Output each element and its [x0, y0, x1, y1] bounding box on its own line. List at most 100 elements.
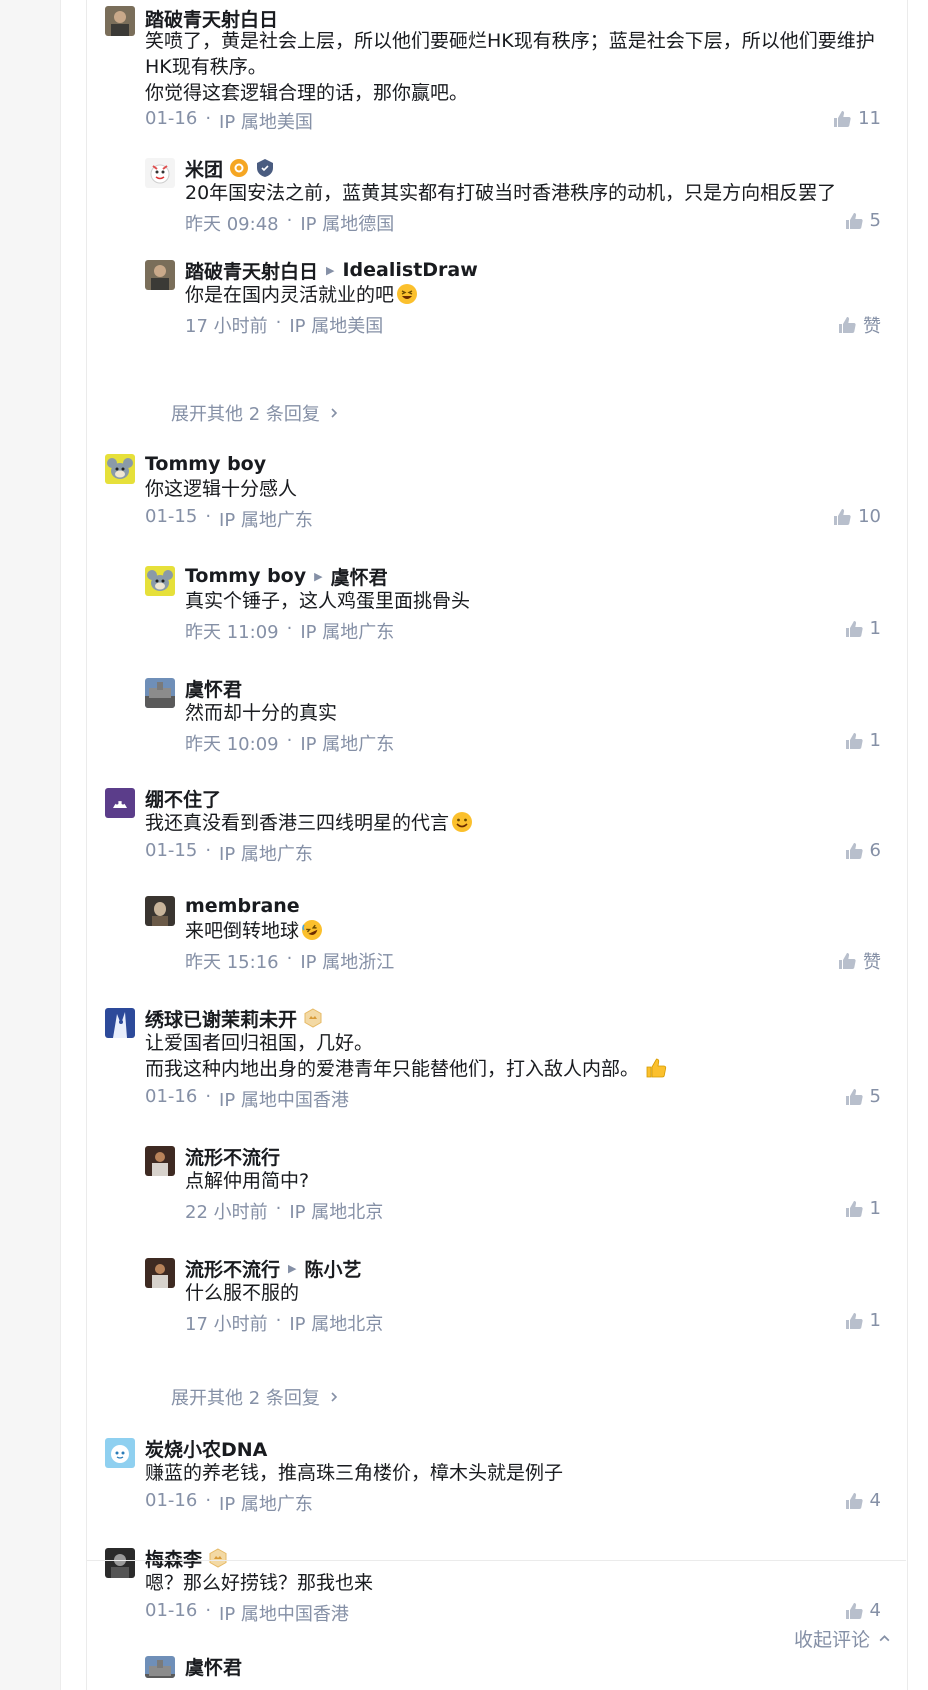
like-button[interactable]: 赞: [837, 312, 881, 338]
author-name[interactable]: 绣球已谢茉莉未开: [145, 1005, 297, 1032]
author-row: Tommy boy ▶ 虞怀君: [185, 563, 388, 589]
reply-target-name[interactable]: 虞怀君: [331, 563, 388, 590]
author-row: 绷不住了: [145, 785, 221, 811]
level-badge-icon[interactable]: [208, 1548, 228, 1568]
author-name[interactable]: membrane: [185, 895, 300, 917]
comment-meta: 01-16 · IP 属地中国香港: [145, 1086, 349, 1112]
comment-line: HK现有秩序。: [145, 56, 267, 78]
shield-badge-icon[interactable]: [255, 158, 275, 178]
author-name[interactable]: Tommy boy: [185, 565, 306, 587]
avatar[interactable]: [145, 896, 175, 926]
comment-line: 真实个锤子，这人鸡蛋里面挑骨头: [185, 590, 471, 612]
avatar[interactable]: [105, 1548, 135, 1578]
avatar[interactable]: [105, 1438, 135, 1468]
like-count: 5: [869, 1086, 881, 1107]
comment-line: 嗯？那么好捞钱？那我也来: [145, 1572, 374, 1594]
collapse-comments-button[interactable]: 收起评论: [794, 1625, 891, 1652]
ip-location: IP 属地北京: [289, 1202, 384, 1223]
comment-meta: 17 小时前 · IP 属地美国: [185, 312, 383, 338]
reply-target-name[interactable]: 陈小艺: [304, 1255, 361, 1282]
like-button[interactable]: 11: [832, 108, 881, 129]
comment-meta: 01-15 · IP 属地广东: [145, 840, 313, 866]
comment-meta: 01-16 · IP 属地美国: [145, 108, 313, 134]
meta-separator: ·: [275, 312, 282, 333]
meta-separator: ·: [286, 730, 293, 751]
comment-text: 来吧倒转地球: [185, 918, 323, 944]
avatar[interactable]: [145, 1146, 175, 1176]
like-count: 6: [869, 840, 881, 861]
comment-meta: 01-15 · IP 属地广东: [145, 506, 313, 532]
comment-date: 17 小时前: [185, 1314, 268, 1335]
comment-date: 01-16: [145, 1600, 198, 1621]
like-button[interactable]: 5: [844, 1086, 881, 1107]
author-name[interactable]: Tommy boy: [145, 453, 266, 475]
thumbs-up-icon: [845, 1088, 863, 1105]
chevron-right-icon: [331, 408, 338, 418]
like-button[interactable]: 6: [844, 840, 881, 861]
expand-replies-label: 展开其他 2 条回复: [171, 1388, 320, 1409]
like-button[interactable]: 1: [844, 1310, 881, 1331]
author-row: 虞怀君: [185, 675, 242, 701]
expand-replies-link[interactable]: 展开其他 2 条回复: [171, 400, 340, 426]
meta-separator: ·: [205, 108, 212, 129]
comment-meta: 昨天 10:09 · IP 属地广东: [185, 730, 394, 756]
thumbs-up-icon: [839, 953, 856, 969]
author-row: 虞怀君: [185, 1653, 242, 1679]
comment-text: 嗯？那么好捞钱？那我也来: [145, 1570, 373, 1596]
avatar[interactable]: [105, 6, 135, 36]
gold-badge-icon[interactable]: [229, 158, 249, 178]
comment-line: 点解仲用简中?: [185, 1170, 310, 1192]
like-button[interactable]: 10: [832, 506, 881, 527]
ip-location: IP 属地广东: [219, 1494, 313, 1515]
comment-date: 17 小时前: [185, 316, 268, 337]
reply-target-name[interactable]: IdealistDraw: [342, 259, 477, 281]
thumbs-up-icon: [845, 212, 863, 229]
like-button[interactable]: 1: [844, 730, 881, 751]
avatar[interactable]: [145, 1258, 175, 1288]
author-name[interactable]: 米团: [185, 155, 223, 182]
author-row: Tommy boy: [145, 451, 266, 477]
meta-separator: ·: [275, 1310, 282, 1331]
comment-text: 我还真没看到香港三四线明星的代言: [145, 810, 473, 836]
like-button[interactable]: 1: [844, 618, 881, 639]
avatar[interactable]: [145, 678, 175, 708]
level-badge-icon[interactable]: [303, 1008, 323, 1028]
expand-replies-link[interactable]: 展开其他 2 条回复: [171, 1384, 340, 1410]
meta-separator: ·: [205, 1600, 212, 1621]
like-button[interactable]: 1: [844, 1198, 881, 1219]
avatar[interactable]: [105, 454, 135, 484]
avatar[interactable]: [145, 1656, 175, 1678]
like-button[interactable]: 4: [844, 1490, 881, 1511]
author-name[interactable]: 绷不住了: [145, 785, 221, 812]
avatar[interactable]: [105, 1008, 135, 1038]
author-name[interactable]: 梅森李: [145, 1545, 202, 1572]
comment-meta: 01-16 · IP 属地中国香港: [145, 1600, 349, 1626]
author-name[interactable]: 虞怀君: [185, 1653, 242, 1680]
author-row: 米团: [185, 155, 275, 181]
avatar[interactable]: [145, 158, 175, 188]
like-count: 5: [869, 210, 881, 231]
triangle-right-icon: ▶: [288, 1261, 297, 1275]
author-name[interactable]: 流形不流行: [185, 1255, 280, 1282]
author-name[interactable]: 虞怀君: [185, 675, 242, 702]
like-count: 1: [869, 730, 881, 751]
like-button[interactable]: 4: [844, 1600, 881, 1621]
comment-text: 笑喷了，黄是社会上层，所以他们要砸烂HK现有秩序；蓝是社会下层，所以他们要维护 …: [145, 28, 875, 106]
like-count: 11: [858, 108, 881, 129]
like-button[interactable]: 5: [844, 210, 881, 231]
avatar[interactable]: [145, 566, 175, 596]
comment-meta: 昨天 11:09 · IP 属地广东: [185, 618, 394, 644]
author-name[interactable]: 踏破青天射白日: [185, 257, 318, 284]
author-name[interactable]: 流形不流行: [185, 1143, 280, 1170]
avatar[interactable]: [105, 788, 135, 818]
author-name[interactable]: 炭烧小农DNA: [145, 1435, 267, 1462]
comment-line: 你是在国内灵活就业的吧: [185, 284, 395, 306]
ip-location: IP 属地北京: [289, 1314, 384, 1335]
avatar[interactable]: [145, 260, 175, 290]
author-row: 流形不流行 ▶ 陈小艺: [185, 1255, 362, 1281]
ip-location: IP 属地中国香港: [219, 1604, 349, 1625]
like-button[interactable]: 赞: [837, 948, 881, 974]
expand-replies-label: 展开其他 2 条回复: [171, 404, 320, 425]
ip-location: IP 属地广东: [219, 510, 313, 531]
like-count: 1: [869, 1198, 881, 1219]
